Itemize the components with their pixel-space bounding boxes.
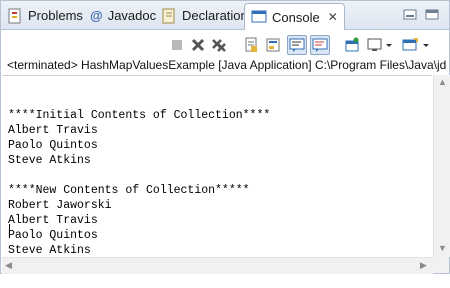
vertical-scrollbar[interactable]: ▲ ▼: [433, 75, 450, 257]
open-console-icon[interactable]: [400, 35, 436, 55]
scrollbar-corner: [433, 257, 449, 273]
remove-launch-icon[interactable]: [188, 35, 208, 55]
word-wrap-icon[interactable]: [263, 35, 283, 55]
scroll-left-arrow-icon[interactable]: ◀: [5, 260, 12, 271]
tab-declaration[interactable]: Declaration: [161, 3, 248, 28]
problems-icon: [7, 8, 23, 24]
tab-label: Javadoc: [107, 8, 157, 23]
console-line: Albert Travis: [8, 214, 98, 227]
horizontal-scrollbar[interactable]: ◀ ▶: [2, 257, 433, 274]
console-line: Steve Atkins: [8, 154, 91, 167]
console-line: Paolo Quintos: [8, 229, 98, 242]
tab-javadoc[interactable]: @ Javadoc: [90, 3, 156, 28]
text-caret: [9, 224, 10, 237]
tab-problems[interactable]: Problems: [7, 3, 83, 28]
show-on-stdout-icon[interactable]: [287, 35, 307, 55]
declaration-icon: [161, 8, 177, 24]
show-on-stderr-icon[interactable]: [310, 35, 330, 55]
javadoc-at-icon: @: [90, 8, 103, 23]
console-line: ****Initial Contents of Collection****: [8, 109, 271, 122]
tab-label: Declaration: [182, 8, 248, 23]
remove-all-terminated-icon[interactable]: [209, 35, 229, 55]
console-line: ****New Contents of Collection*****: [8, 184, 250, 197]
close-icon[interactable]: ✕: [328, 10, 338, 24]
console-toolbar: [1, 30, 449, 58]
scroll-down-arrow-icon[interactable]: ▼: [438, 243, 447, 253]
display-console-icon[interactable]: [365, 35, 395, 55]
scroll-right-arrow-icon[interactable]: ▶: [420, 260, 427, 271]
console-view: Problems @ Javadoc Declaration Console ✕: [0, 0, 450, 274]
tab-label: Console: [272, 9, 320, 25]
console-line: Albert Travis: [8, 124, 98, 137]
console-line: Steve Atkins: [8, 244, 91, 257]
terminate-icon[interactable]: [167, 35, 187, 55]
scroll-up-arrow-icon[interactable]: ▲: [438, 77, 447, 87]
console-line: Robert Jaworski: [8, 199, 112, 212]
launch-status-label: <terminated> HashMapValuesExample [Java …: [7, 58, 447, 72]
tab-strip: Problems @ Javadoc Declaration Console ✕: [1, 1, 449, 30]
pin-console-icon[interactable]: [342, 35, 362, 55]
tab-label: Problems: [28, 8, 83, 23]
tab-console[interactable]: Console ✕: [244, 3, 345, 30]
console-output-area[interactable]: ****Initial Contents of Collection**** Al…: [2, 75, 432, 258]
console-icon: [251, 9, 267, 25]
maximize-icon[interactable]: [425, 8, 439, 20]
console-line: Paolo Quintos: [8, 139, 98, 152]
scroll-lock-icon[interactable]: [241, 35, 261, 55]
minimize-icon[interactable]: [403, 8, 417, 20]
